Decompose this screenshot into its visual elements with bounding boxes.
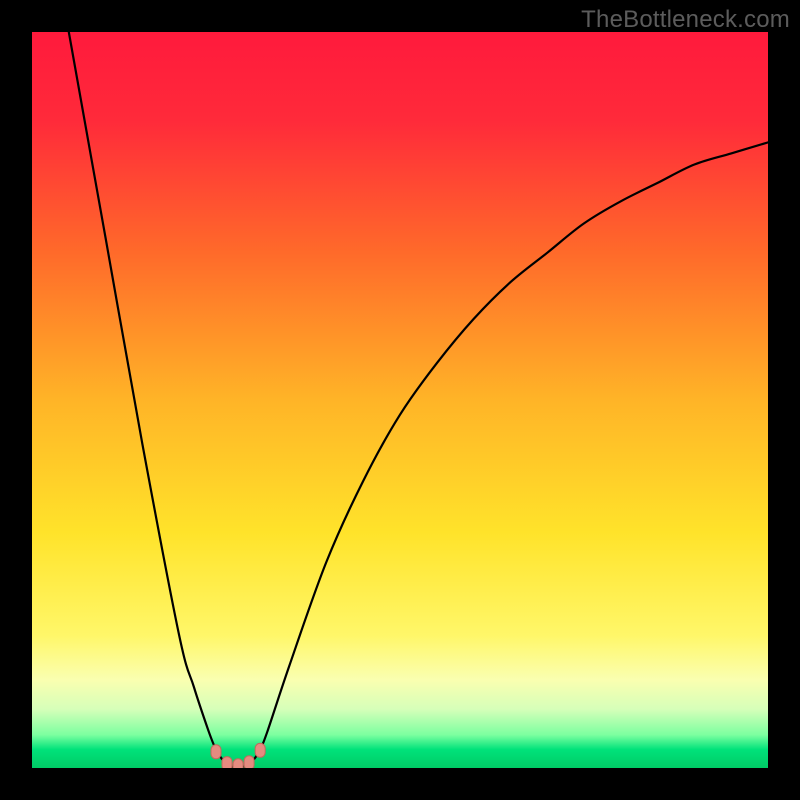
curve-marker xyxy=(233,759,243,768)
curve-marker xyxy=(255,743,265,757)
curve-marker xyxy=(244,756,254,768)
watermark-text: TheBottleneck.com xyxy=(581,6,790,34)
curve-marker xyxy=(222,757,232,768)
chart-svg xyxy=(32,32,768,768)
curve-markers-group xyxy=(211,743,265,768)
chart-frame: TheBottleneck.com xyxy=(0,0,800,800)
curve-marker xyxy=(211,745,221,759)
bottleneck-curve xyxy=(69,32,768,768)
chart-plot-area xyxy=(32,32,768,768)
